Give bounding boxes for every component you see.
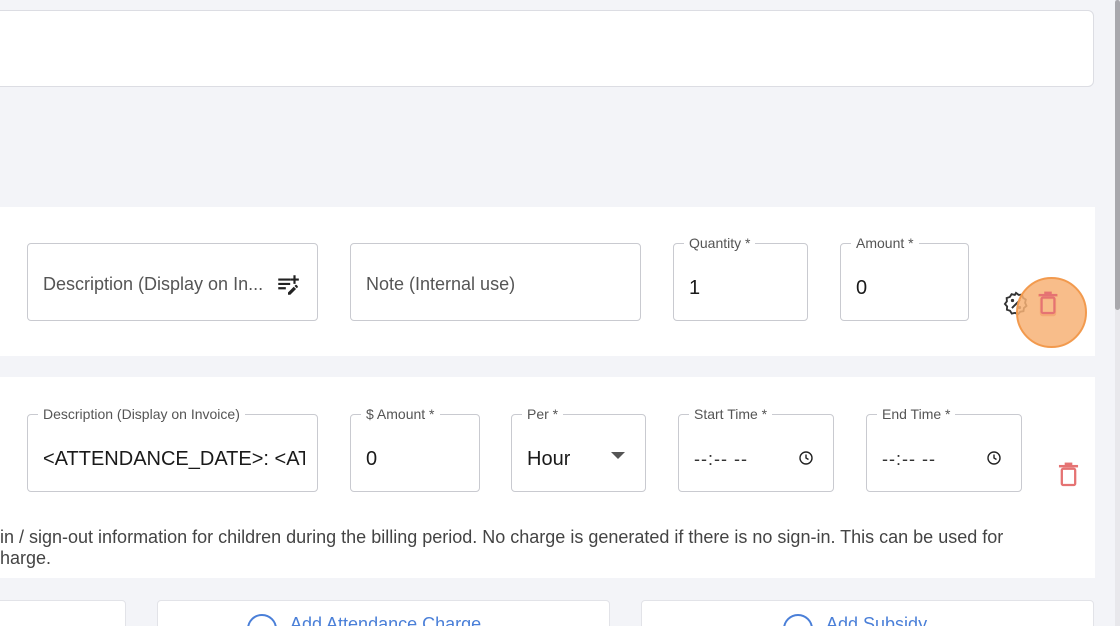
clock-icon[interactable] (799, 451, 813, 470)
quantity-value: 1 (689, 277, 701, 299)
per-select[interactable]: Per * Hour (511, 405, 646, 492)
description-placeholder: Description (Display on In... (43, 274, 264, 294)
amount-label: Amount * (851, 234, 919, 252)
top-card (0, 10, 1094, 87)
description-field[interactable]: Description (Display on In... (27, 243, 318, 321)
amount-field[interactable]: Amount * 0 (840, 234, 969, 321)
bottom-card-left (0, 600, 126, 626)
note-add-icon[interactable] (275, 272, 301, 303)
start-time-value: --:-- -- (694, 449, 748, 469)
attendance-description-label: Description (Display on Invoice) (38, 405, 245, 423)
info-line-2: harge. (0, 548, 52, 568)
delete-icon[interactable] (1058, 462, 1079, 492)
delete-icon[interactable] (1038, 291, 1058, 320)
dollar-amount-value: 0 (366, 448, 378, 470)
amount-value: 0 (856, 277, 868, 299)
start-time-label: Start Time * (689, 405, 773, 423)
note-field[interactable]: Note (Internal use) (350, 243, 641, 321)
attendance-description-field[interactable]: Description (Display on Invoice) <ATTEND… (27, 405, 318, 492)
quantity-field[interactable]: Quantity * 1 (673, 234, 808, 321)
note-placeholder: Note (Internal use) (366, 274, 516, 294)
attendance-description-value: <ATTENDANCE_DATE>: <ATT (43, 448, 305, 470)
per-label: Per * (522, 405, 564, 423)
per-value: Hour (527, 448, 571, 470)
clock-icon[interactable] (987, 451, 1001, 470)
chevron-down-icon[interactable] (611, 452, 625, 459)
scrollbar-thumb[interactable] (1115, 0, 1120, 310)
start-time-field[interactable]: Start Time * --:-- -- (678, 405, 834, 492)
info-line-1: in / sign-out information for children d… (0, 527, 1004, 547)
end-time-label: End Time * (877, 405, 956, 423)
dollar-amount-field[interactable]: $ Amount * 0 (350, 405, 480, 492)
scrollbar[interactable] (1115, 0, 1120, 626)
end-time-field[interactable]: End Time * --:-- -- (866, 405, 1022, 492)
add-subsidy-button[interactable]: Add Subsidy (826, 614, 927, 626)
quantity-label: Quantity * (684, 234, 756, 252)
charge-row-1: Description (Display on In... Note (Inte… (0, 207, 1095, 356)
dollar-amount-label: $ Amount * (361, 405, 440, 423)
add-attendance-charge-button[interactable]: Add Attendance Charge (290, 614, 481, 626)
end-time-value: --:-- -- (882, 449, 936, 469)
attendance-info-text: in / sign-out information for children d… (0, 527, 1090, 569)
